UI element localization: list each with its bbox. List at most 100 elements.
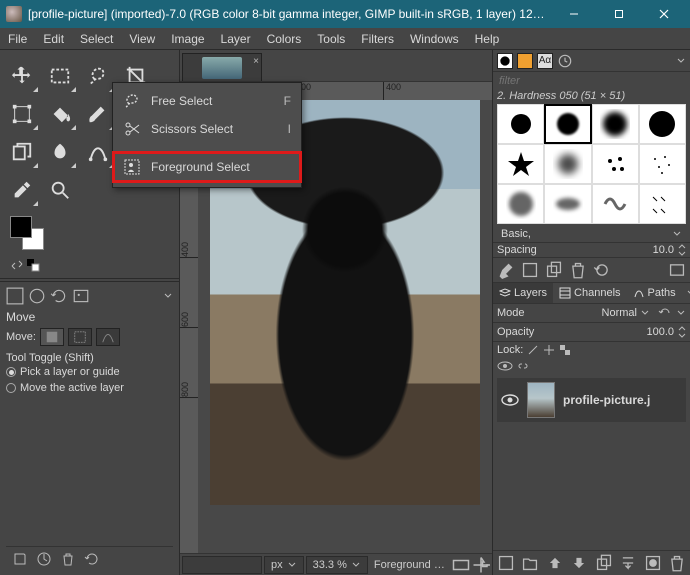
lock-alpha-icon[interactable]: [559, 344, 571, 356]
tool-free-select[interactable]: [80, 58, 116, 94]
brush-item[interactable]: [544, 184, 591, 224]
tool-zoom[interactable]: [42, 172, 78, 208]
fg-color[interactable]: [10, 216, 32, 238]
menu-view[interactable]: View: [121, 28, 163, 49]
new-layer-icon[interactable]: [497, 554, 515, 572]
maximize-button[interactable]: [596, 0, 641, 28]
brush-item[interactable]: [544, 104, 591, 144]
menu-free-select[interactable]: Free Select F: [113, 87, 301, 115]
minimize-button[interactable]: [551, 0, 596, 28]
menu-select[interactable]: Select: [72, 28, 121, 49]
tool-bucket-fill[interactable]: [42, 96, 78, 132]
tool-color-picker[interactable]: [4, 172, 40, 208]
layer-name[interactable]: profile-picture.j: [563, 393, 650, 407]
swatch-swap-icon[interactable]: [10, 258, 24, 272]
move-target-layer-icon[interactable]: [40, 328, 64, 346]
menu-layer[interactable]: Layer: [213, 28, 259, 49]
merge-down-icon[interactable]: [619, 554, 637, 572]
radio-move-active[interactable]: [6, 383, 16, 393]
open-as-image-icon[interactable]: [668, 261, 686, 279]
menu-image[interactable]: Image: [163, 28, 212, 49]
swatch-default-icon[interactable]: [26, 258, 40, 272]
menu-help[interactable]: Help: [467, 28, 508, 49]
brush-item[interactable]: [497, 184, 544, 224]
add-layer-mask-icon[interactable]: [644, 554, 662, 572]
fonts-tab-icon[interactable]: Aα: [537, 53, 553, 69]
cancel-button-icon[interactable]: [452, 556, 470, 574]
images-tab-icon[interactable]: [72, 287, 90, 305]
patterns-tab-icon[interactable]: [517, 53, 533, 69]
raise-layer-icon[interactable]: [546, 554, 564, 572]
menu-scissors-select[interactable]: Scissors Select I: [113, 115, 301, 143]
tool-options-tab-icon[interactable]: [6, 287, 24, 305]
delete-layer-icon[interactable]: [668, 554, 686, 572]
tool-rect-select[interactable]: [42, 58, 78, 94]
move-target-path-icon[interactable]: [96, 328, 120, 346]
tool-smudge[interactable]: [42, 134, 78, 170]
edit-brush-icon[interactable]: [497, 261, 515, 279]
duplicate-brush-icon[interactable]: [545, 261, 563, 279]
device-status-tab-icon[interactable]: [28, 287, 46, 305]
right-dock-top-menu-icon[interactable]: [676, 56, 686, 66]
brush-preset-group-select[interactable]: Basic,: [497, 228, 686, 240]
restore-tool-preset-icon[interactable]: [36, 551, 52, 567]
tool-move[interactable]: [4, 58, 40, 94]
brush-item[interactable]: [639, 104, 686, 144]
menu-file[interactable]: File: [0, 28, 35, 49]
document-tab[interactable]: ×: [182, 53, 262, 81]
delete-tool-preset-icon[interactable]: [60, 551, 76, 567]
zoom-selector[interactable]: 33.3 %: [306, 556, 368, 574]
close-button[interactable]: [641, 0, 686, 28]
brush-item[interactable]: [544, 144, 591, 184]
lock-position-icon[interactable]: [543, 344, 555, 356]
mode-select[interactable]: Normal: [602, 307, 650, 319]
brush-item[interactable]: [639, 144, 686, 184]
color-swatches[interactable]: [10, 216, 50, 252]
refresh-brushes-icon[interactable]: [593, 261, 611, 279]
lower-layer-icon[interactable]: [570, 554, 588, 572]
brush-item[interactable]: [497, 144, 544, 184]
brush-filter-input[interactable]: [497, 74, 686, 88]
navigation-icon[interactable]: [472, 556, 490, 574]
move-target-selection-icon[interactable]: [68, 328, 92, 346]
brush-item[interactable]: [497, 104, 544, 144]
layers-dock-menu-icon[interactable]: [682, 288, 690, 298]
reset-tool-options-icon[interactable]: [84, 551, 100, 567]
spacing-slider[interactable]: Spacing 10.0: [493, 242, 690, 258]
menu-filters[interactable]: Filters: [353, 28, 402, 49]
layer-visibility-icon[interactable]: [501, 394, 519, 406]
brush-item[interactable]: [592, 184, 639, 224]
menu-foreground-select[interactable]: Foreground Select: [112, 151, 302, 183]
layers-tab[interactable]: Layers: [493, 283, 553, 303]
tool-paintbrush[interactable]: [80, 96, 116, 132]
lock-pixels-icon[interactable]: [527, 344, 539, 356]
unit-selector[interactable]: px: [264, 556, 304, 574]
document-tab-close-icon[interactable]: ×: [253, 56, 259, 67]
brushes-grid[interactable]: [497, 104, 686, 224]
mode-switch-icon[interactable]: [658, 306, 672, 320]
delete-brush-icon[interactable]: [569, 261, 587, 279]
brushes-tab-icon[interactable]: [497, 53, 513, 69]
new-brush-icon[interactable]: [521, 261, 539, 279]
radio-pick-layer[interactable]: [6, 367, 16, 377]
menu-colors[interactable]: Colors: [259, 28, 310, 49]
brush-item[interactable]: [639, 184, 686, 224]
duplicate-layer-icon[interactable]: [595, 554, 613, 572]
brush-item[interactable]: [592, 144, 639, 184]
brush-item[interactable]: [592, 104, 639, 144]
menu-windows[interactable]: Windows: [402, 28, 467, 49]
document-history-tab-icon[interactable]: [557, 53, 573, 69]
opacity-slider[interactable]: Opacity 100.0: [493, 322, 690, 342]
undo-history-tab-icon[interactable]: [50, 287, 68, 305]
menu-edit[interactable]: Edit: [35, 28, 72, 49]
paths-tab[interactable]: Paths: [627, 283, 682, 303]
tool-path[interactable]: [80, 134, 116, 170]
layer-row[interactable]: profile-picture.j: [497, 378, 686, 422]
tool-clone[interactable]: [4, 134, 40, 170]
channels-tab[interactable]: Channels: [553, 283, 626, 303]
tool-transform[interactable]: [4, 96, 40, 132]
panel-menu-icon[interactable]: [163, 291, 173, 301]
save-tool-preset-icon[interactable]: [12, 551, 28, 567]
menu-tools[interactable]: Tools: [309, 28, 353, 49]
new-layer-group-icon[interactable]: [521, 554, 539, 572]
